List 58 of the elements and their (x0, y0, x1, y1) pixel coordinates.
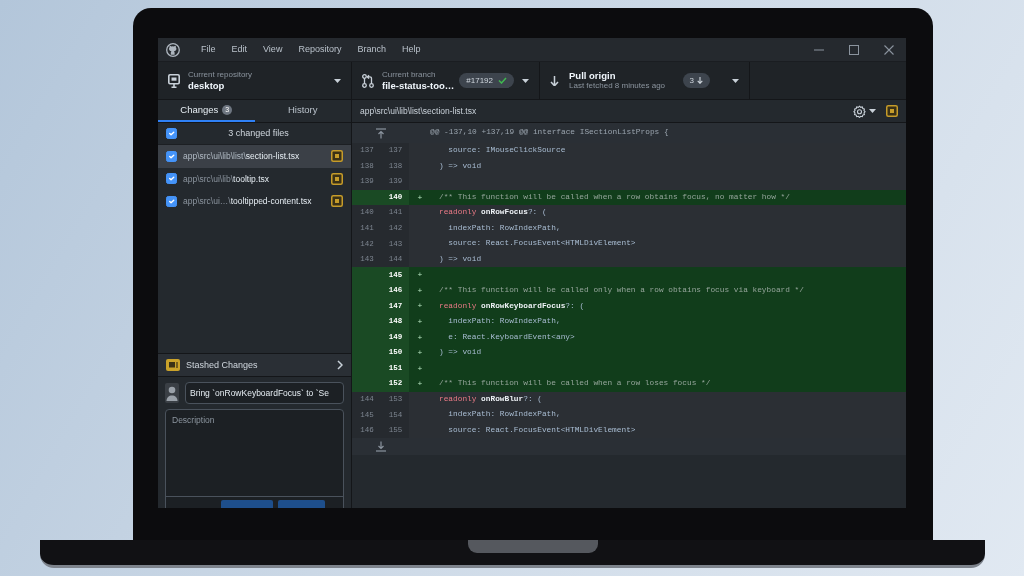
caret-icon (334, 78, 341, 83)
added-marker: + (416, 300, 424, 313)
summary-field[interactable]: Bring `onRowKeyboardFocus` to `Se (185, 382, 344, 404)
behind-count: 3 (689, 75, 694, 86)
expand-down-icon[interactable] (374, 441, 387, 453)
modified-icon (886, 105, 898, 117)
added-marker: + (416, 378, 424, 391)
added-marker: + (416, 191, 424, 204)
diff-file-path: app\src\ui\lib\list\section-list.tsx (360, 105, 478, 117)
caret-icon (732, 78, 739, 83)
expand-up-icon[interactable] (374, 127, 387, 139)
down-arrow-icon (550, 75, 559, 86)
menu-item[interactable]: View (255, 44, 291, 55)
added-marker: + (416, 347, 424, 360)
chevron-right-icon (337, 360, 343, 370)
branch-name: file-status-too… (382, 79, 452, 91)
down-arrow-icon (697, 77, 703, 84)
avatar-icon (165, 383, 179, 403)
caret-icon (522, 78, 529, 83)
modified-icon (331, 195, 343, 208)
app-logo-icon (166, 42, 180, 57)
file-list-item[interactable]: app\src\ui\lib\list\section-list.tsx (158, 145, 351, 168)
file-path: app\src\ui…\tooltipped-content.tsx (183, 196, 313, 207)
stash-icon (166, 359, 180, 371)
menu-item[interactable]: File (193, 44, 224, 55)
menu-item[interactable]: Branch (349, 44, 394, 55)
modified-icon (331, 172, 343, 185)
menu-item[interactable]: Repository (290, 44, 350, 55)
sidebar-tab[interactable]: History (254, 100, 351, 122)
menu-item[interactable]: Edit (223, 44, 256, 55)
added-marker: + (416, 362, 424, 375)
monitor-icon (168, 73, 180, 88)
last-fetched-text: Last fetched 8 minutes ago (569, 81, 667, 91)
pull-request-number: #17192 (466, 75, 493, 86)
file-checkbox[interactable] (166, 173, 177, 185)
added-marker: + (416, 284, 424, 297)
modified-icon (331, 150, 343, 163)
caret-icon[interactable] (869, 109, 876, 113)
changed-files-count: 3 changed files (227, 128, 290, 139)
file-path: app\src\ui\lib\list\section-list.tsx (183, 151, 301, 162)
added-marker: + (416, 269, 424, 282)
pull-origin-label: Pull origin (569, 70, 617, 82)
select-all-checkbox[interactable] (166, 128, 177, 139)
file-checkbox[interactable] (166, 195, 177, 207)
repository-name: desktop (188, 79, 226, 91)
maximize-icon[interactable] (848, 44, 859, 55)
stashed-changes-label: Stashed Changes (186, 359, 259, 371)
settings-icon[interactable] (853, 104, 866, 118)
stashed-changes-row[interactable]: Stashed Changes (158, 353, 351, 377)
file-path: app\src\ui\lib\tooltip.tsx (183, 173, 270, 184)
close-icon[interactable] (883, 44, 894, 55)
branch-label: Current branch (382, 70, 437, 80)
added-marker: + (416, 331, 424, 344)
repository-label: Current repository (188, 70, 254, 80)
added-marker: + (416, 316, 424, 328)
menu-item[interactable]: Help (393, 44, 429, 55)
file-checkbox[interactable] (166, 150, 177, 162)
pull-request-icon (362, 73, 374, 88)
